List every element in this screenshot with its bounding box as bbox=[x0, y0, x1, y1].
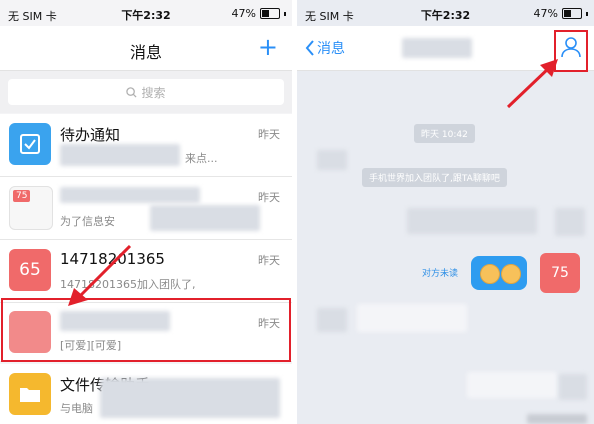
search-placeholder: 搜索 bbox=[141, 85, 166, 100]
conversation-preview: 为了信息安 bbox=[60, 215, 115, 228]
conversation-time: 昨天 bbox=[258, 254, 280, 267]
search-bar: 搜索 bbox=[0, 71, 292, 113]
list-item[interactable]: 65 14718201365 14718201365加入团队了, 昨天 bbox=[0, 240, 292, 303]
chevron-left-icon bbox=[305, 40, 314, 56]
status-bar: 无 SIM 卡 下午2:32 47% bbox=[297, 0, 594, 26]
unread-status: 对方未读 bbox=[422, 269, 459, 279]
conversation-time: 昨天 bbox=[258, 128, 280, 141]
avatar-text: 65 bbox=[19, 260, 41, 280]
avatar: 65 bbox=[9, 249, 51, 291]
battery-icon bbox=[260, 8, 280, 19]
avatar bbox=[9, 123, 51, 165]
message-bubble[interactable] bbox=[471, 256, 527, 290]
status-bar: 无 SIM 卡 下午2:32 47% bbox=[0, 0, 292, 26]
chat-screen: 无 SIM 卡 下午2:32 47% 消息 昨天 10:42 手机世界加入团队了… bbox=[297, 0, 594, 424]
page-title: 消息 bbox=[129, 43, 162, 62]
avatar: 75 bbox=[540, 253, 580, 293]
nav-bar: 消息 + bbox=[0, 26, 292, 71]
conversation-preview: 与电脑 bbox=[60, 402, 93, 415]
conversation-time: 昨天 bbox=[258, 191, 280, 204]
annotation-arrow bbox=[506, 59, 558, 109]
avatar bbox=[9, 373, 51, 415]
annotation-arrow bbox=[68, 244, 132, 306]
highlight-box bbox=[1, 298, 291, 362]
avatar: 75 bbox=[9, 186, 53, 230]
smile-emoji-icon bbox=[480, 264, 500, 284]
list-item[interactable]: 文件传输助手 与电脑 bbox=[0, 364, 292, 424]
battery-indicator: 47% bbox=[534, 7, 588, 20]
back-label: 消息 bbox=[317, 41, 345, 57]
battery-percent: 47% bbox=[231, 7, 256, 20]
avatar-badge: 75 bbox=[13, 190, 31, 202]
avatar-text: 75 bbox=[551, 265, 569, 281]
battery-indicator: 47% bbox=[232, 7, 286, 20]
list-item[interactable]: 待办通知 来点... 昨天 bbox=[0, 114, 292, 177]
battery-percent: 47% bbox=[533, 7, 558, 20]
conversation-preview: 来点... bbox=[185, 152, 218, 165]
list-item[interactable]: 75 为了信息安 昨天 bbox=[0, 177, 292, 240]
search-input[interactable]: 搜索 bbox=[8, 79, 284, 105]
battery-icon bbox=[562, 8, 582, 19]
smile-emoji-icon bbox=[501, 264, 521, 284]
search-icon bbox=[126, 86, 138, 98]
folder-icon bbox=[20, 388, 40, 402]
todo-icon bbox=[20, 134, 40, 154]
system-message: 手机世界加入团队了,跟TA聊聊吧 bbox=[362, 168, 507, 187]
back-button[interactable]: 消息 bbox=[305, 38, 345, 58]
messages-screen: 无 SIM 卡 下午2:32 47% 消息 + 搜索 待办通知 来点... 昨天… bbox=[0, 0, 292, 424]
chat-timestamp: 昨天 10:42 bbox=[414, 124, 475, 143]
conversation-title: 待办通知 bbox=[60, 126, 121, 144]
add-button[interactable]: + bbox=[258, 35, 278, 59]
